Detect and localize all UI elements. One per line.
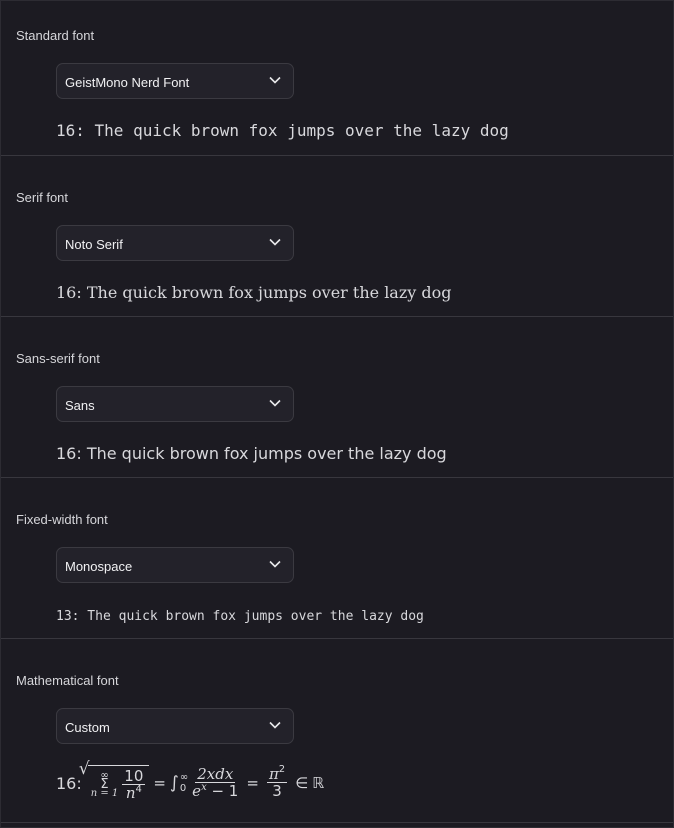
chevron-down-icon xyxy=(269,399,281,407)
integral: ∫ ∞ 0 xyxy=(169,772,189,794)
sans-serif-font-label: Sans-serif font xyxy=(16,351,100,366)
sans-serif-font-section: Sans-serif font Sans 16: The quick brown… xyxy=(1,323,673,478)
chevron-down-icon xyxy=(269,721,281,729)
standard-font-sample: 16: The quick brown fox jumps over the l… xyxy=(56,121,509,140)
fraction-3-exponent: 2 xyxy=(278,764,286,775)
standard-font-select[interactable]: GeistMono Nerd Font xyxy=(56,63,294,99)
serif-font-section: Serif font Noto Serif 16: The quick brow… xyxy=(1,162,673,317)
fraction-2: 2xdx ex − 1 xyxy=(192,766,238,800)
fixed-width-font-label: Fixed-width font xyxy=(16,512,108,527)
reals-symbol: ℝ xyxy=(312,774,325,792)
fraction-3: π2 3 xyxy=(266,764,288,800)
sum-lower: n = 1 xyxy=(90,788,119,799)
serif-font-select[interactable]: Noto Serif xyxy=(56,225,294,261)
element-of-symbol: ∈ xyxy=(295,774,309,792)
chevron-down-icon xyxy=(269,238,281,246)
integral-upper: ∞ xyxy=(179,772,189,783)
chevron-down-icon xyxy=(269,560,281,568)
select-value: Custom xyxy=(65,720,110,735)
standard-font-section: Standard font GeistMono Nerd Font 16: Th… xyxy=(1,0,673,156)
fraction-1: 10 n4 xyxy=(122,766,146,802)
equals-sign: = xyxy=(153,774,166,792)
select-value: Monospace xyxy=(65,559,133,574)
select-value: GeistMono Nerd Font xyxy=(65,75,190,90)
chevron-down-icon xyxy=(269,76,281,84)
fraction-3-numerator: π xyxy=(268,765,279,783)
sum-operator: ∞ Σ n = 1 xyxy=(90,770,119,799)
sans-serif-font-select[interactable]: Sans xyxy=(56,386,294,422)
fraction-2-denominator-tail: − 1 xyxy=(206,782,239,800)
fixed-width-font-sample: 13: The quick brown fox jumps over the l… xyxy=(56,609,424,624)
fixed-width-font-section: Fixed-width font Monospace 13: The quick… xyxy=(1,484,673,639)
sqrt-expression: √ ∞ Σ n = 1 10 n4 xyxy=(79,759,150,802)
integral-lower: 0 xyxy=(179,783,187,794)
sqrt-symbol: √ xyxy=(78,758,90,779)
serif-font-sample: 16: The quick brown fox jumps over the l… xyxy=(56,283,452,302)
math-sample: 16: √ ∞ Σ n = 1 10 n4 = ∫ ∞ 0 2xdx ex − … xyxy=(56,758,324,808)
serif-font-label: Serif font xyxy=(16,190,69,205)
mathematical-font-section: Mathematical font Custom 16: √ ∞ Σ n = 1… xyxy=(1,645,673,823)
select-value: Sans xyxy=(65,398,95,413)
fraction-2-numerator: 2xdx xyxy=(195,765,236,783)
mathematical-font-select[interactable]: Custom xyxy=(56,708,294,744)
fraction-2-exponent: x xyxy=(201,782,207,793)
fixed-width-font-select[interactable]: Monospace xyxy=(56,547,294,583)
fraction-1-numerator: 10 xyxy=(122,766,146,785)
fraction-3-denominator: 3 xyxy=(272,782,282,800)
mathematical-font-label: Mathematical font xyxy=(16,673,119,688)
fraction-2-denominator: e xyxy=(192,782,202,800)
sans-serif-font-sample: 16: The quick brown fox jumps over the l… xyxy=(56,444,447,463)
fraction-1-exponent: 4 xyxy=(135,783,142,795)
equals-sign-2: = xyxy=(246,774,259,792)
standard-font-label: Standard font xyxy=(16,28,95,43)
select-value: Noto Serif xyxy=(65,237,123,252)
